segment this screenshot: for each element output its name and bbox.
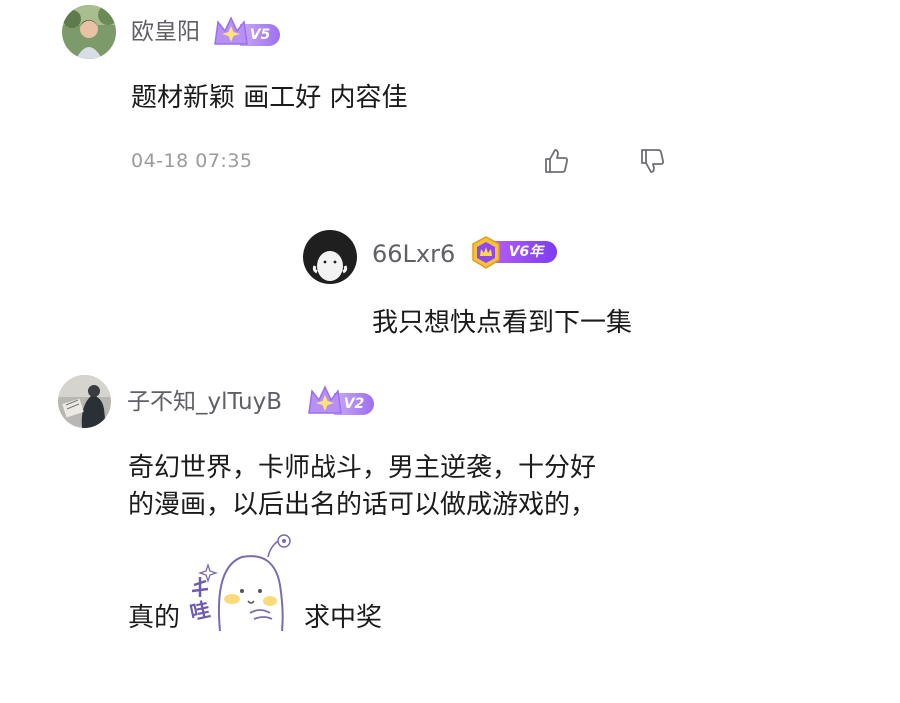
avatar-user-zibuzhi[interactable] — [58, 375, 111, 428]
reply-text: 我只想快点看到下一集 — [372, 308, 633, 338]
comment-text: 题材新颖 画工好 内容佳 — [131, 83, 408, 113]
thumbs-up-icon[interactable] — [542, 147, 570, 175]
comment-timestamp: 04-18 07:35 — [131, 150, 253, 172]
crown-icon — [308, 385, 342, 414]
comment-text-line: 的漫画，以后出名的话可以做成游戏的， — [128, 490, 597, 520]
vip-badge: V6年 — [469, 236, 561, 269]
vip-badge: V5 — [212, 16, 282, 46]
comment-username[interactable]: 子不知_ylTuyB — [127, 391, 282, 414]
sticker-wow-label: 哇 — [187, 597, 213, 625]
comment-text-before-sticker: 真的 — [128, 603, 181, 633]
wow-ghost-sticker-icon: 哇 — [184, 527, 304, 635]
comment-text-after-sticker: 求中奖 — [304, 603, 383, 633]
comment-username[interactable]: 欧皇阳 — [131, 21, 200, 44]
reply-username[interactable]: 66Lxr6 — [372, 242, 455, 266]
crown-icon — [214, 16, 248, 45]
crown-icon — [472, 236, 500, 269]
thumbs-down-icon[interactable] — [638, 147, 666, 175]
avatar-user-ouhuangyang[interactable] — [62, 5, 116, 59]
comment-text-line: 奇幻世界，卡师战斗，男主逆袭，十分好 — [128, 453, 597, 483]
avatar-user-66lxr6[interactable] — [303, 230, 357, 284]
vip-badge: V2 — [306, 385, 376, 415]
vip-level-label: V6年 — [495, 241, 557, 263]
